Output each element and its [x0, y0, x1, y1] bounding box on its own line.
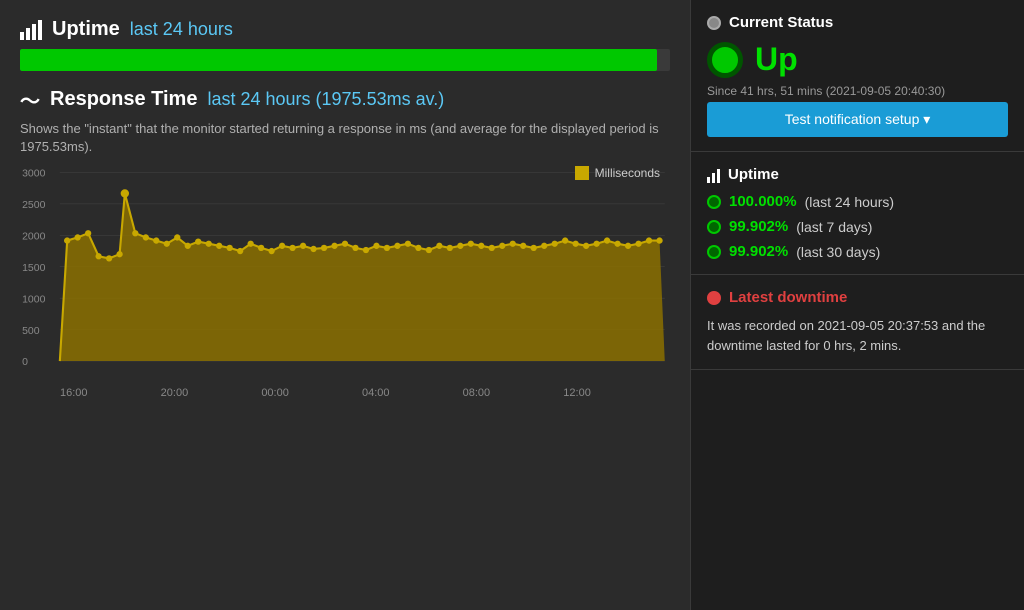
current-status-title: Current Status — [729, 14, 833, 31]
current-status-icon — [707, 16, 721, 30]
status-since: Since 41 hrs, 51 mins (2021-09-05 20:40:… — [707, 84, 1008, 98]
uptime-stat-dot-1 — [707, 195, 721, 209]
uptime-stats-title: Uptime — [728, 166, 779, 183]
wave-icon: 〜 — [20, 85, 40, 114]
svg-text:1000: 1000 — [22, 295, 45, 306]
response-title: Response Time — [50, 88, 197, 111]
latest-downtime-title: Latest downtime — [729, 289, 847, 306]
status-up-row: Up — [707, 41, 1008, 78]
svg-text:0: 0 — [22, 358, 28, 369]
uptime-progress-fill — [20, 49, 657, 71]
uptime-pct-3: 99.902% — [729, 243, 788, 260]
uptime-pct-1: 100.000% — [729, 193, 797, 210]
x-label-1: 16:00 — [60, 387, 88, 399]
response-subtitle-text: last 24 hours (1975.53ms av.) — [207, 89, 444, 110]
response-title-row: 〜 Response Time last 24 hours (1975.53ms… — [20, 85, 670, 114]
legend-label: Milliseconds — [595, 166, 660, 180]
uptime-stat-row-1: 100.000% (last 24 hours) — [707, 193, 1008, 210]
uptime-stat-row-2: 99.902% (last 7 days) — [707, 218, 1008, 235]
legend-color-swatch — [575, 166, 589, 180]
svg-text:1500: 1500 — [22, 263, 45, 274]
chart-legend: Milliseconds — [575, 166, 660, 180]
svg-text:500: 500 — [22, 326, 40, 337]
uptime-bar-icon — [707, 167, 720, 183]
x-label-2: 20:00 — [161, 387, 189, 399]
right-panel: Current Status Up Since 41 hrs, 51 mins … — [690, 0, 1024, 610]
x-axis-labels: 16:00 20:00 00:00 04:00 08:00 12:00 — [20, 385, 670, 399]
response-chart: Milliseconds 3000 2500 2000 1500 1000 50… — [20, 162, 670, 402]
uptime-title-row: Uptime last 24 hours — [20, 18, 670, 41]
current-status-section: Current Status Up Since 41 hrs, 51 mins … — [691, 0, 1024, 152]
response-section: 〜 Response Time last 24 hours (1975.53ms… — [20, 85, 670, 402]
bar-chart-icon — [20, 20, 42, 40]
latest-downtime-section: Latest downtime It was recorded on 2021-… — [691, 275, 1024, 370]
chart-svg: 3000 2500 2000 1500 1000 500 0 — [20, 162, 670, 382]
current-status-title-row: Current Status — [707, 14, 1008, 31]
up-status-text: Up — [755, 41, 798, 78]
uptime-stat-row-3: 99.902% (last 30 days) — [707, 243, 1008, 260]
uptime-stat-dot-2 — [707, 220, 721, 234]
svg-text:2500: 2500 — [22, 200, 45, 211]
uptime-pct-2: 99.902% — [729, 218, 788, 235]
response-description: Shows the "instant" that the monitor sta… — [20, 120, 670, 156]
uptime-subtitle: last 24 hours — [130, 19, 233, 40]
uptime-period-3: (last 30 days) — [796, 244, 880, 260]
uptime-title: Uptime — [52, 18, 120, 41]
uptime-section: Uptime last 24 hours — [20, 18, 670, 71]
uptime-stat-dot-3 — [707, 245, 721, 259]
downtime-icon — [707, 291, 721, 305]
latest-downtime-title-row: Latest downtime — [707, 289, 1008, 306]
uptime-period-1: (last 24 hours) — [805, 194, 894, 210]
uptime-progress-bar — [20, 49, 670, 71]
x-label-3: 00:00 — [261, 387, 289, 399]
x-label-5: 08:00 — [463, 387, 491, 399]
svg-text:2000: 2000 — [22, 232, 45, 243]
x-label-6: 12:00 — [563, 387, 591, 399]
test-notification-button[interactable]: Test notification setup — [707, 102, 1008, 137]
uptime-stats-title-row: Uptime — [707, 166, 1008, 183]
uptime-period-2: (last 7 days) — [796, 219, 872, 235]
uptime-stats-section: Uptime 100.000% (last 24 hours) 99.902% … — [691, 152, 1024, 275]
x-label-4: 04:00 — [362, 387, 390, 399]
up-status-dot — [707, 42, 743, 78]
latest-downtime-text: It was recorded on 2021-09-05 20:37:53 a… — [707, 316, 1008, 355]
main-panel: Uptime last 24 hours 〜 Response Time las… — [0, 0, 690, 610]
svg-text:3000: 3000 — [22, 169, 45, 180]
